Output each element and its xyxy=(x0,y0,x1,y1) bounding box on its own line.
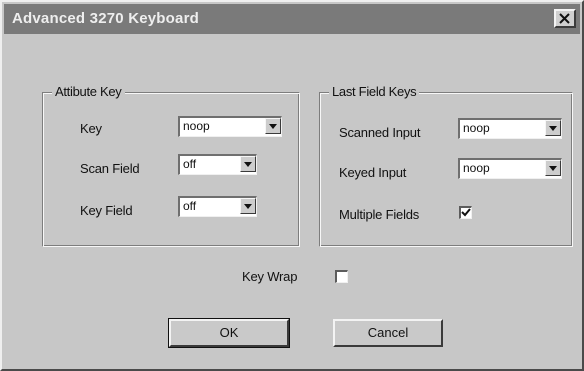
chevron-down-icon xyxy=(549,166,557,171)
key-select[interactable]: noop xyxy=(178,116,282,137)
keyed-input-label: Keyed Input xyxy=(339,165,407,180)
scanned-input-select[interactable]: noop xyxy=(458,118,562,139)
title-bar[interactable]: Advanced 3270 Keyboard xyxy=(4,4,580,34)
keyed-input-select-value: noop xyxy=(463,161,490,175)
chevron-down-icon xyxy=(269,124,277,129)
key-wrap-checkbox[interactable] xyxy=(335,270,348,283)
ok-button[interactable]: OK xyxy=(168,318,290,348)
scan-field-dropdown-button[interactable] xyxy=(240,156,256,172)
multiple-fields-checkbox[interactable] xyxy=(459,206,472,219)
key-field-select[interactable]: off xyxy=(178,196,257,217)
close-button[interactable] xyxy=(554,9,576,28)
last-field-keys-title: Last Field Keys xyxy=(329,84,420,99)
checkmark-icon xyxy=(461,208,471,217)
multiple-fields-label: Multiple Fields xyxy=(339,207,420,222)
scanned-input-label: Scanned Input xyxy=(339,125,421,140)
close-icon xyxy=(559,13,570,24)
chevron-down-icon xyxy=(244,162,252,167)
attribute-key-title: Attibute Key xyxy=(52,84,125,99)
scan-field-select[interactable]: off xyxy=(178,154,257,175)
key-wrap-label: Key Wrap xyxy=(242,269,298,284)
keyed-input-select[interactable]: noop xyxy=(458,158,562,179)
scan-field-select-value: off xyxy=(183,157,197,171)
key-select-value: noop xyxy=(183,119,210,133)
chevron-down-icon xyxy=(549,126,557,131)
scanned-input-dropdown-button[interactable] xyxy=(545,120,561,136)
scan-field-label: Scan Field xyxy=(80,161,140,176)
key-label: Key xyxy=(80,121,102,136)
keyed-input-dropdown-button[interactable] xyxy=(545,160,561,176)
advanced-3270-keyboard-dialog: Advanced 3270 Keyboard Attibute Key Key … xyxy=(0,0,584,371)
key-field-dropdown-button[interactable] xyxy=(240,198,256,214)
scanned-input-select-value: noop xyxy=(463,121,490,135)
window-title: Advanced 3270 Keyboard xyxy=(12,10,199,27)
key-field-select-value: off xyxy=(183,199,197,213)
chevron-down-icon xyxy=(244,204,252,209)
key-field-label: Key Field xyxy=(80,203,133,218)
key-select-dropdown-button[interactable] xyxy=(265,118,281,134)
cancel-button[interactable]: Cancel xyxy=(333,319,443,347)
